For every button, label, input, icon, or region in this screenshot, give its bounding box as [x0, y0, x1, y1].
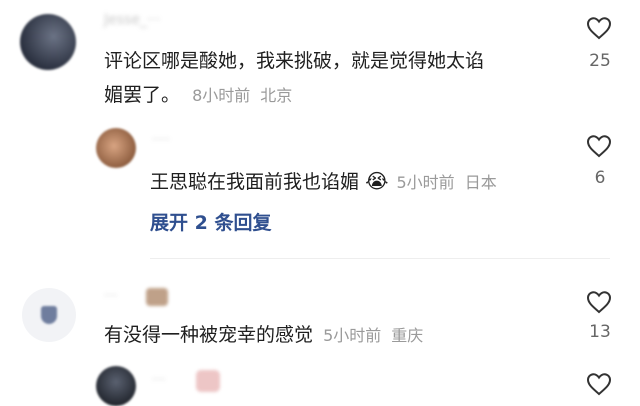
comment-line: 王思聪在我面前我也谄媚 [150, 171, 360, 193]
like-button[interactable] [586, 372, 612, 396]
like-count: 6 [594, 168, 606, 188]
heart-outline-icon [586, 135, 612, 158]
avatar[interactable] [22, 288, 76, 342]
username[interactable]: ··· [152, 372, 165, 388]
crying-emoji: 😭 [365, 169, 389, 193]
like-button[interactable] [586, 16, 612, 40]
like-count: 13 [589, 322, 611, 342]
avatar[interactable] [20, 14, 76, 70]
username-badge [146, 288, 168, 306]
avatar[interactable] [96, 128, 136, 168]
like-button[interactable] [586, 290, 612, 314]
comment-text: 有没得一种被宠幸的感觉 5小时前 重庆 [104, 318, 564, 353]
comment-line: 媚罢了。 [104, 84, 181, 106]
username[interactable]: Jesse_··· [104, 12, 160, 28]
comment-time: 5小时前 [396, 173, 455, 192]
username-badge [196, 370, 220, 392]
comment-line: 有没得一种被宠幸的感觉 [104, 324, 314, 346]
username[interactable]: ··· [104, 288, 117, 304]
avatar-shape [41, 306, 57, 324]
like-button[interactable] [586, 134, 612, 158]
heart-outline-icon [586, 291, 612, 314]
comment-time: 5小时前 [323, 326, 382, 345]
avatar[interactable] [96, 366, 136, 406]
comment-text: 评论区哪是酸她，我来挑破，就是觉得她太谄 媚罢了。 8小时前 北京 [104, 44, 564, 113]
expand-replies-button[interactable]: 展开 2 条回复 [150, 208, 271, 235]
heart-outline-icon [586, 373, 612, 396]
comment-line: 评论区哪是酸她，我来挑破，就是觉得她太谄 [104, 50, 485, 72]
like-count: 25 [589, 51, 611, 71]
heart-outline-icon [586, 17, 612, 40]
comment-location: 重庆 [391, 326, 424, 345]
username[interactable]: ···· [152, 132, 170, 148]
comment-location: 北京 [260, 86, 293, 105]
divider [150, 258, 610, 259]
comment-text: 王思聪在我面前我也谄媚 😭 5小时前 日本 [150, 164, 570, 200]
comment-time: 8小时前 [192, 86, 251, 105]
comment-location: 日本 [464, 173, 497, 192]
